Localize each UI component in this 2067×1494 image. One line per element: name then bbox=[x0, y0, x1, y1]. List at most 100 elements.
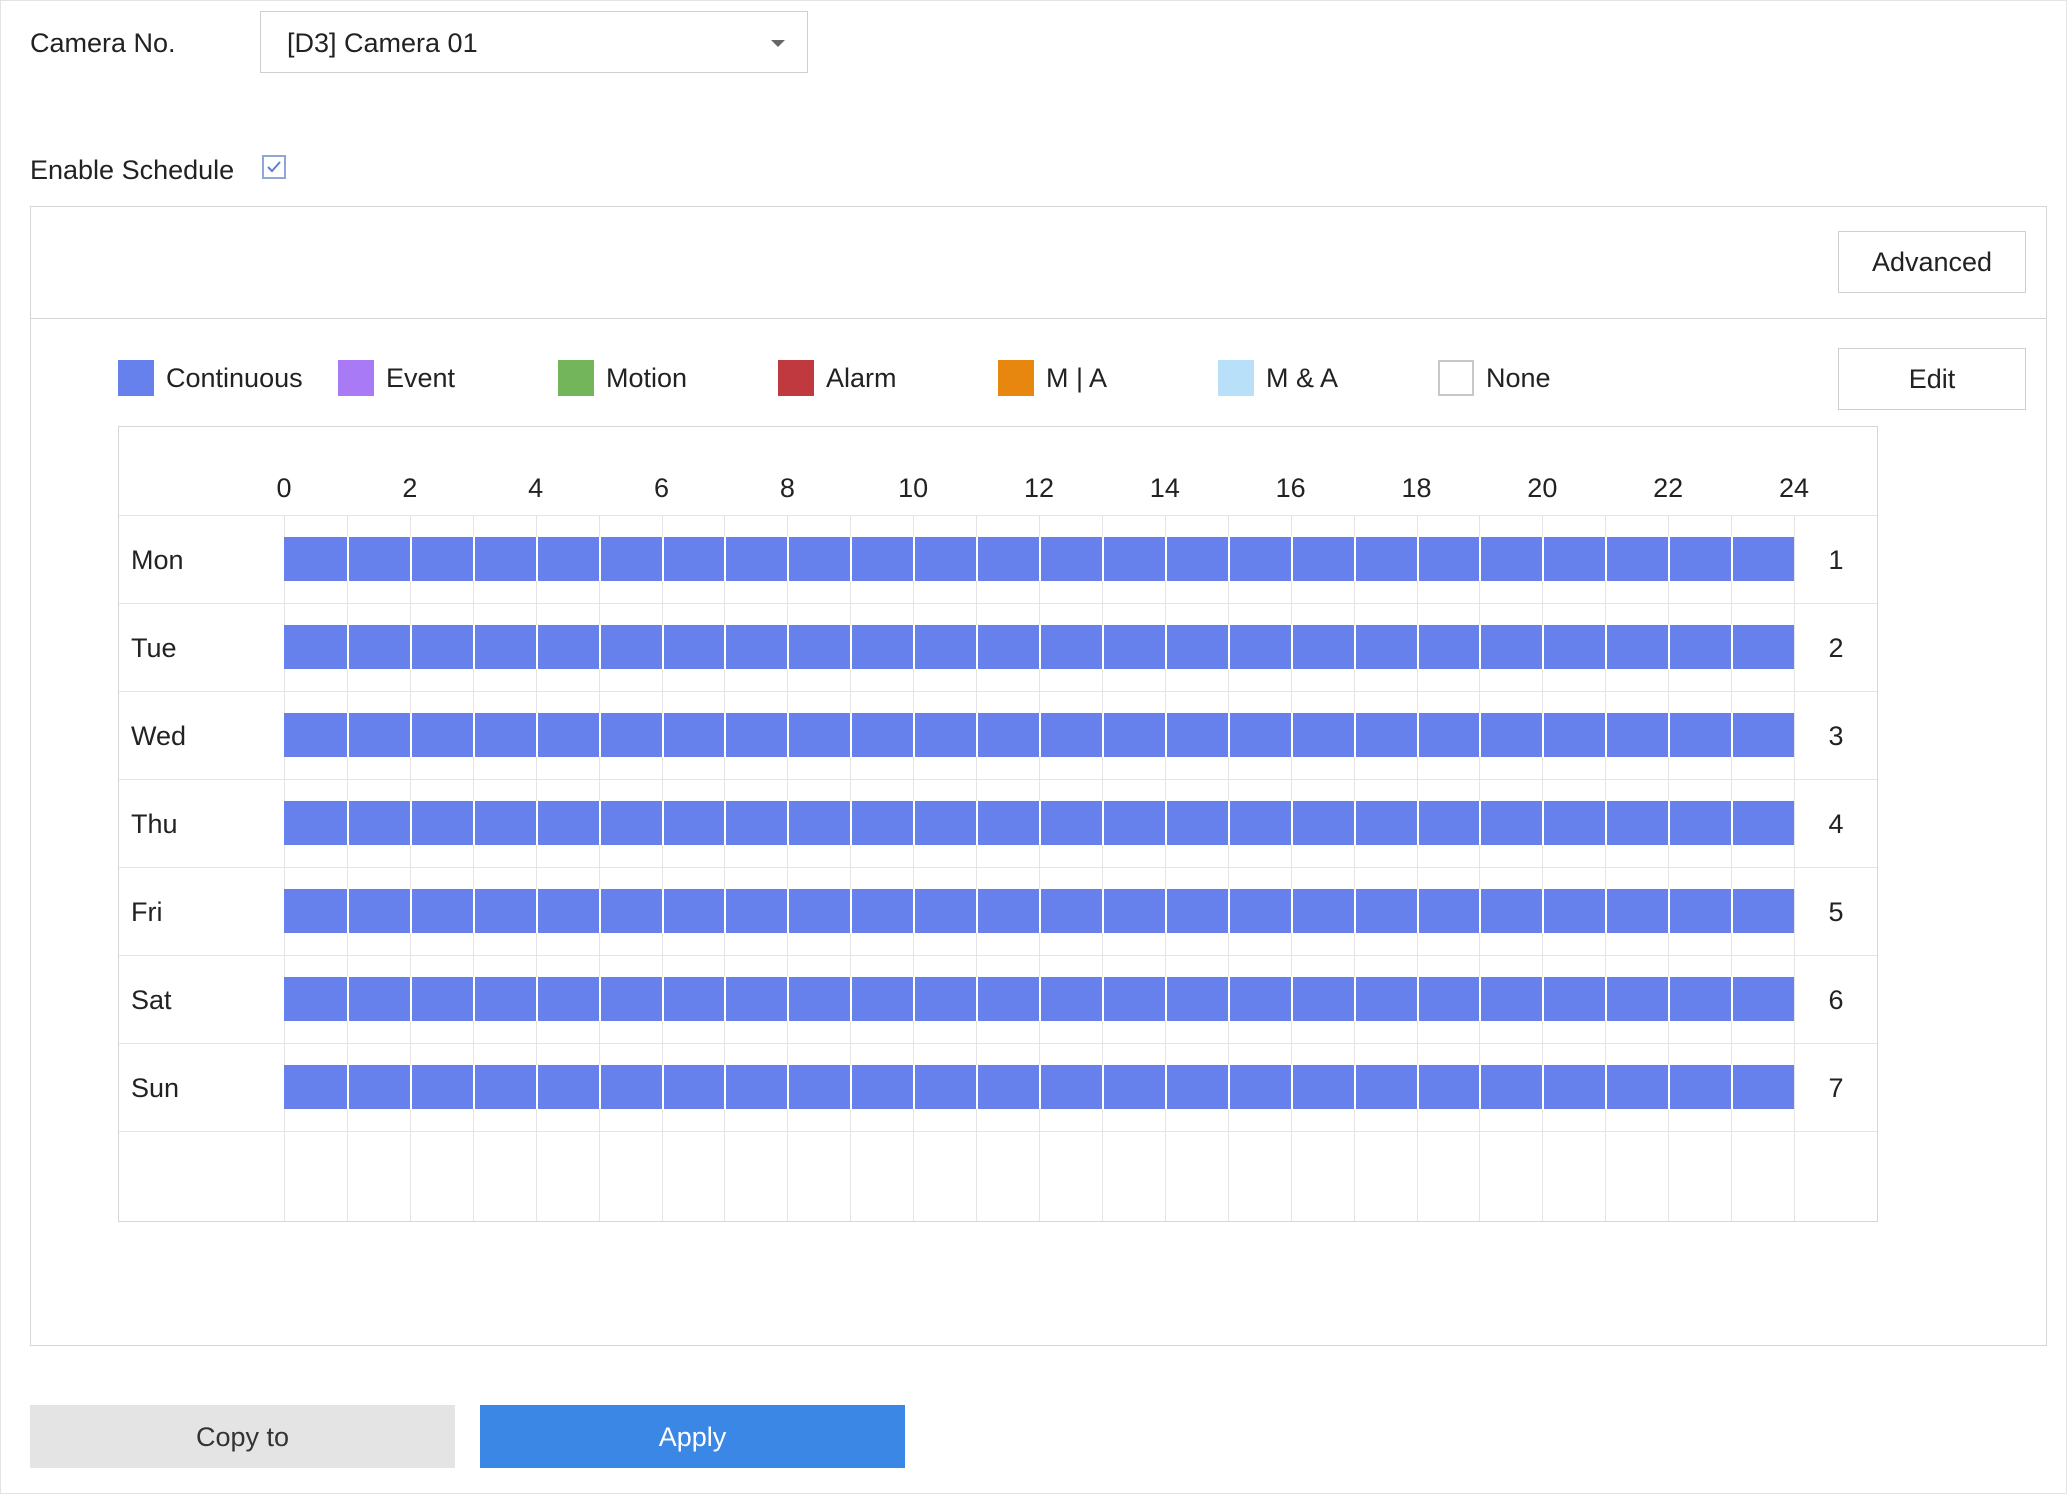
bar-hour-separator bbox=[410, 625, 412, 669]
bar-hour-separator bbox=[976, 625, 978, 669]
bar-hour-separator bbox=[724, 1065, 726, 1109]
bar-hour-separator bbox=[1039, 1065, 1041, 1109]
apply-button[interactable]: Apply bbox=[480, 1405, 905, 1468]
bar-hour-separator bbox=[1668, 713, 1670, 757]
bar-hour-separator bbox=[1165, 625, 1167, 669]
legend-label: Continuous bbox=[166, 363, 303, 393]
bar-hour-separator bbox=[473, 537, 475, 581]
bar-hour-separator bbox=[1228, 625, 1230, 669]
bar-hour-separator bbox=[787, 537, 789, 581]
bar-hour-separator bbox=[913, 801, 915, 845]
grid-hour-line bbox=[473, 515, 474, 1221]
hour-tick-label: 16 bbox=[1275, 473, 1306, 503]
bar-hour-separator bbox=[536, 1065, 538, 1109]
grid-hour-line bbox=[787, 515, 788, 1221]
edit-button[interactable]: Edit bbox=[1838, 348, 2026, 410]
legend-swatch bbox=[1438, 360, 1474, 396]
grid-hour-line bbox=[1605, 515, 1606, 1221]
legend-swatch bbox=[998, 360, 1034, 396]
bar-hour-separator bbox=[913, 537, 915, 581]
legend-swatch bbox=[1218, 360, 1254, 396]
bar-hour-separator bbox=[1417, 1065, 1419, 1109]
bar-hour-separator bbox=[347, 801, 349, 845]
day-label: Sun bbox=[131, 1073, 180, 1103]
legend-label: Alarm bbox=[826, 363, 897, 393]
hour-tick-label: 10 bbox=[898, 473, 929, 503]
hour-tick-label: 8 bbox=[779, 473, 795, 503]
bar-hour-separator bbox=[787, 889, 789, 933]
grid-hour-line bbox=[1668, 515, 1669, 1221]
bar-hour-separator bbox=[1479, 889, 1481, 933]
bar-hour-separator bbox=[1165, 1065, 1167, 1109]
bar-hour-separator bbox=[599, 713, 601, 757]
bar-hour-separator bbox=[724, 713, 726, 757]
bar-hour-separator bbox=[1165, 889, 1167, 933]
bar-hour-separator bbox=[536, 537, 538, 581]
grid-hour-line bbox=[976, 515, 977, 1221]
bar-hour-separator bbox=[913, 889, 915, 933]
copy-to-button[interactable]: Copy to bbox=[30, 1405, 455, 1468]
bar-hour-separator bbox=[473, 977, 475, 1021]
bar-hour-separator bbox=[1668, 1065, 1670, 1109]
bar-hour-separator bbox=[347, 713, 349, 757]
bar-hour-separator bbox=[1479, 977, 1481, 1021]
bar-hour-separator bbox=[1605, 1065, 1607, 1109]
bar-hour-separator bbox=[850, 713, 852, 757]
bar-hour-separator bbox=[1039, 625, 1041, 669]
bar-hour-separator bbox=[850, 1065, 852, 1109]
bar-hour-separator bbox=[536, 713, 538, 757]
legend-label: Motion bbox=[606, 363, 688, 393]
bar-hour-separator bbox=[1417, 537, 1419, 581]
bar-hour-separator bbox=[1291, 625, 1293, 669]
bar-hour-separator bbox=[599, 537, 601, 581]
bar-hour-separator bbox=[1354, 537, 1356, 581]
grid-hour-line bbox=[1291, 515, 1292, 1221]
bar-hour-separator bbox=[913, 713, 915, 757]
bar-hour-separator bbox=[976, 1065, 978, 1109]
grid-hour-line bbox=[1354, 515, 1355, 1221]
grid-hour-line bbox=[1542, 515, 1543, 1221]
bar-hour-separator bbox=[913, 977, 915, 1021]
grid-row-line bbox=[119, 603, 1877, 604]
bar-hour-separator bbox=[599, 977, 601, 1021]
bar-hour-separator bbox=[1542, 977, 1544, 1021]
day-number: 5 bbox=[1828, 897, 1844, 927]
bar-hour-separator bbox=[976, 537, 978, 581]
bar-hour-separator bbox=[1165, 713, 1167, 757]
grid-row-line bbox=[119, 1131, 1877, 1132]
bar-hour-separator bbox=[536, 801, 538, 845]
bar-hour-separator bbox=[410, 889, 412, 933]
grid-hour-line bbox=[347, 515, 348, 1221]
day-number: 2 bbox=[1828, 633, 1844, 663]
advanced-button[interactable]: Advanced bbox=[1838, 231, 2026, 293]
bar-hour-separator bbox=[473, 625, 475, 669]
bar-hour-separator bbox=[662, 713, 664, 757]
day-number: 1 bbox=[1828, 545, 1844, 575]
bar-hour-separator bbox=[1291, 1065, 1293, 1109]
bar-hour-separator bbox=[1731, 889, 1733, 933]
bar-hour-separator bbox=[1731, 625, 1733, 669]
bar-hour-separator bbox=[1165, 801, 1167, 845]
bar-hour-separator bbox=[724, 801, 726, 845]
bar-hour-separator bbox=[1228, 889, 1230, 933]
bar-hour-separator bbox=[536, 889, 538, 933]
bar-hour-separator bbox=[1542, 713, 1544, 757]
bar-hour-separator bbox=[1102, 537, 1104, 581]
grid-hour-line bbox=[1228, 515, 1229, 1221]
grid-hour-line bbox=[1417, 515, 1418, 1221]
bar-hour-separator bbox=[1479, 801, 1481, 845]
camera-select[interactable]: [D3] Camera 01 bbox=[260, 11, 808, 73]
grid-hour-line bbox=[913, 515, 914, 1221]
bar-hour-separator bbox=[724, 537, 726, 581]
enable-schedule-checkbox[interactable] bbox=[262, 155, 286, 179]
bar-hour-separator bbox=[1165, 977, 1167, 1021]
bar-hour-separator bbox=[1417, 801, 1419, 845]
bar-hour-separator bbox=[1102, 977, 1104, 1021]
grid-hour-line bbox=[850, 515, 851, 1221]
grid-hour-line bbox=[410, 515, 411, 1221]
bar-hour-separator bbox=[599, 1065, 601, 1109]
bar-hour-separator bbox=[1165, 537, 1167, 581]
bar-hour-separator bbox=[473, 889, 475, 933]
bar-hour-separator bbox=[1291, 977, 1293, 1021]
bar-hour-separator bbox=[473, 713, 475, 757]
